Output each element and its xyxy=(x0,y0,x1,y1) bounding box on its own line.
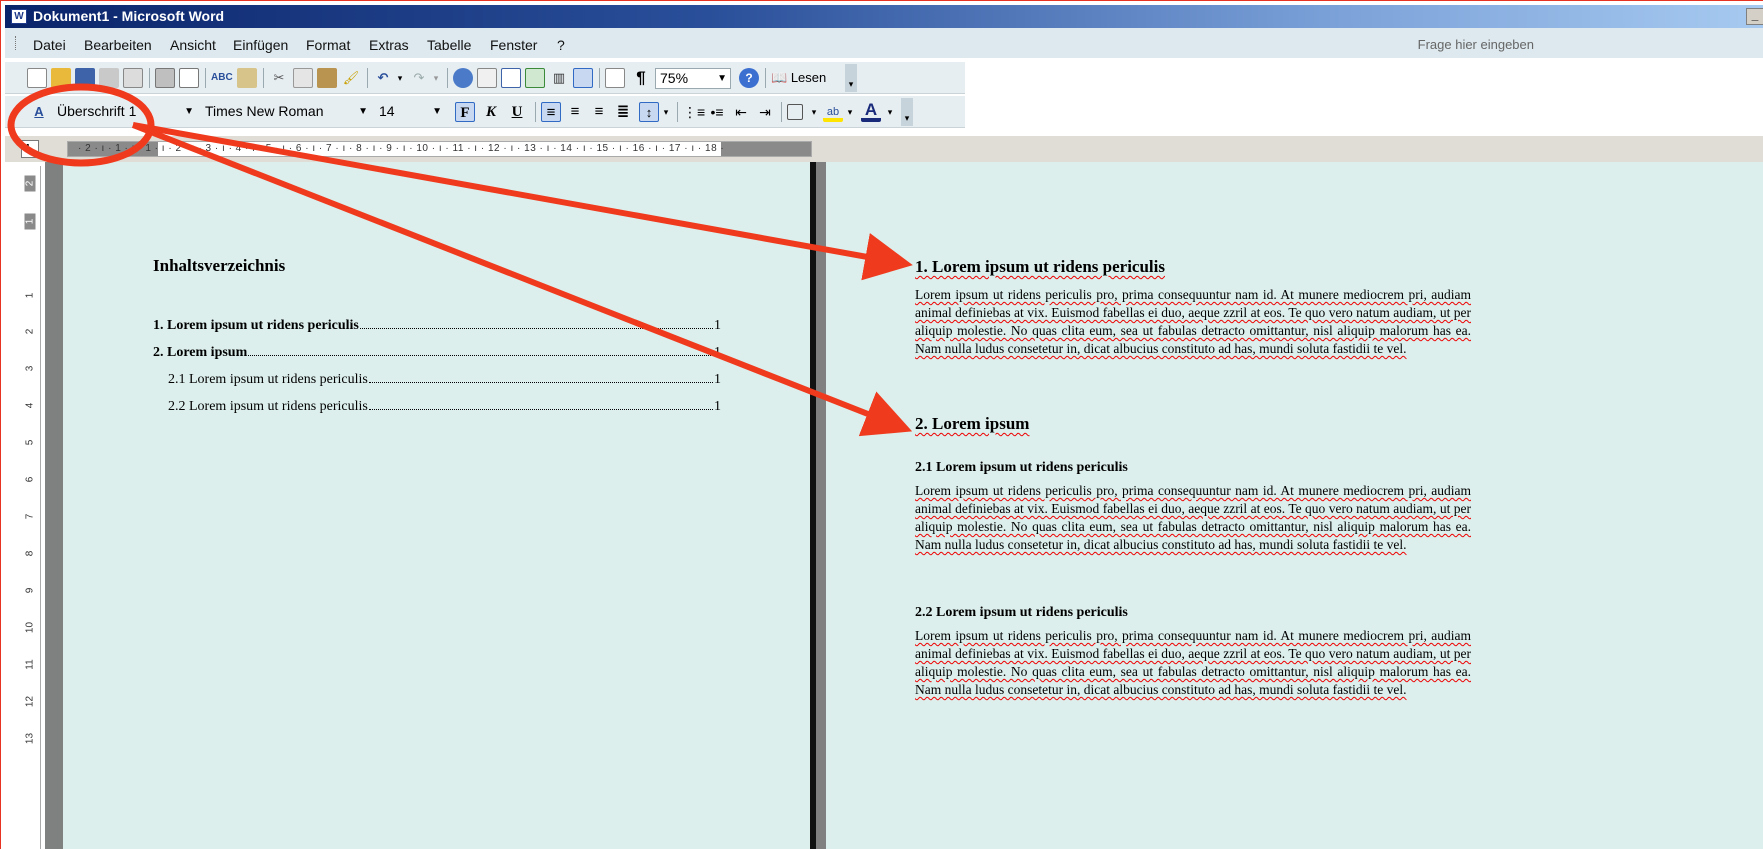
fmt-toolbar-options-icon[interactable]: ▾ xyxy=(901,98,913,126)
save-icon[interactable] xyxy=(75,68,95,88)
menu-tabelle[interactable]: Tabelle xyxy=(427,37,471,53)
vertical-ruler[interactable]: 2 1 1 2 3 4 5 6 7 8 9 10 11 12 13 xyxy=(19,166,41,849)
menu-bearbeiten[interactable]: Bearbeiten xyxy=(84,37,152,53)
highlight-icon[interactable]: ab xyxy=(823,102,843,122)
redo-icon[interactable]: ↷ xyxy=(409,68,429,88)
new-document-icon[interactable] xyxy=(27,68,47,88)
justify-icon[interactable]: ≣ xyxy=(613,102,633,122)
print-preview-icon[interactable] xyxy=(179,68,199,88)
style-select[interactable]: Überschrift 1 ▼ xyxy=(53,102,197,123)
line-spacing-dropdown-icon[interactable]: ▾ xyxy=(661,102,671,124)
font-color-dropdown-icon[interactable]: ▾ xyxy=(885,102,895,124)
help-icon[interactable]: ? xyxy=(739,68,759,88)
styles-formatting-icon[interactable]: A xyxy=(29,102,49,122)
read-icon: 📖 xyxy=(771,70,788,85)
menu-bar: Datei Bearbeiten Ansicht Einfügen Format… xyxy=(5,28,1763,58)
heading-1[interactable]: 1. Lorem ipsum ut ridens periculis xyxy=(915,257,1165,277)
menu-ansicht[interactable]: Ansicht xyxy=(170,37,216,53)
underline-button[interactable]: U xyxy=(507,102,527,122)
permission-icon[interactable] xyxy=(99,68,119,88)
insert-table-icon[interactable] xyxy=(501,68,521,88)
body-paragraph[interactable]: Lorem ipsum ut ridens periculis pro, pri… xyxy=(915,482,1471,554)
decrease-indent-icon[interactable]: ⇤ xyxy=(731,102,751,122)
align-right-icon[interactable]: ≡ xyxy=(589,102,609,122)
undo-icon[interactable]: ↶ xyxy=(373,68,393,88)
toc-entry[interactable]: 2.1 Lorem ipsum ut ridens periculis 1 xyxy=(168,372,721,390)
body-paragraph[interactable]: Lorem ipsum ut ridens periculis pro, pri… xyxy=(915,286,1471,358)
subheading-2-1[interactable]: 2.1 Lorem ipsum ut ridens periculis xyxy=(915,460,1128,476)
borders-dropdown-icon[interactable]: ▾ xyxy=(809,102,819,124)
tables-borders-icon[interactable] xyxy=(477,68,497,88)
toc-entry[interactable]: 1. Lorem ipsum ut ridens periculis 1 xyxy=(153,318,721,336)
bold-button[interactable]: F xyxy=(455,102,475,122)
columns-icon[interactable]: ▥ xyxy=(549,68,569,88)
read-button[interactable]: 📖 Lesen xyxy=(771,68,841,90)
document-map-icon[interactable] xyxy=(605,68,625,88)
open-icon[interactable] xyxy=(51,68,71,88)
page-gap xyxy=(816,162,826,849)
zoom-select[interactable]: 75% ▼ xyxy=(655,68,731,89)
toc-title[interactable]: Inhaltsverzeichnis xyxy=(153,256,285,276)
paste-icon[interactable] xyxy=(317,68,337,88)
menubar-grip[interactable] xyxy=(15,36,18,50)
toc-entry[interactable]: 2. Lorem ipsum 1 xyxy=(153,345,721,363)
spelling-icon[interactable]: ABC xyxy=(211,68,233,88)
word-app-icon[interactable]: W xyxy=(11,9,27,24)
email-icon[interactable] xyxy=(123,68,143,88)
highlight-dropdown-icon[interactable]: ▾ xyxy=(845,102,855,124)
align-left-icon[interactable]: ≡ xyxy=(541,102,561,122)
horizontal-ruler[interactable]: · 2 · ı · 1 · ı · 1 · ı · 2 · ı · 3 · ı … xyxy=(67,141,812,157)
toolbar-options-icon[interactable]: ▾ xyxy=(845,64,857,92)
formatting-toolbar: A Überschrift 1 ▼ Times New Roman ▼ 14 ▼ F … xyxy=(5,96,965,128)
undo-dropdown-icon[interactable]: ▾ xyxy=(395,68,405,90)
toc-entry[interactable]: 2.2 Lorem ipsum ut ridens periculis 1 xyxy=(168,399,721,417)
bullets-icon[interactable]: •≡ xyxy=(707,102,727,122)
help-search-box[interactable]: Frage hier eingeben xyxy=(1418,37,1534,52)
body-paragraph[interactable]: Lorem ipsum ut ridens periculis pro, pri… xyxy=(915,627,1471,699)
subheading-2-2[interactable]: 2.2 Lorem ipsum ut ridens periculis xyxy=(915,605,1128,621)
copy-icon[interactable] xyxy=(293,68,313,88)
document-area[interactable] xyxy=(45,162,1763,849)
research-icon[interactable] xyxy=(237,68,257,88)
font-select[interactable]: Times New Roman ▼ xyxy=(201,102,371,123)
line-spacing-icon[interactable]: ↕ xyxy=(639,102,659,122)
menu-format[interactable]: Format xyxy=(306,37,350,53)
ruler-row: L · 2 · ı · 1 · ı · 1 · ı · 2 · ı · 3 · … xyxy=(5,136,1763,162)
tab-selector[interactable]: L xyxy=(21,140,39,158)
ruler-marks: · 2 · ı · 1 · ı · 1 · ı · 2 · ı · 3 · ı … xyxy=(78,143,725,154)
menu-fenster[interactable]: Fenster xyxy=(490,37,537,53)
font-size-select[interactable]: 14 ▼ xyxy=(375,102,445,123)
italic-button[interactable]: K xyxy=(481,102,501,122)
title-bar: W Dokument1 - Microsoft Word _ xyxy=(5,5,1763,28)
cut-icon[interactable]: ✂ xyxy=(269,68,289,88)
left-margin xyxy=(45,162,63,849)
align-center-icon[interactable]: ≡ xyxy=(565,102,585,122)
menu-help[interactable]: ? xyxy=(557,37,565,53)
format-painter-icon[interactable]: 🖌 xyxy=(341,68,361,88)
hyperlink-icon[interactable] xyxy=(453,68,473,88)
print-icon[interactable] xyxy=(155,68,175,88)
show-formatting-icon[interactable]: ¶ xyxy=(631,68,651,88)
heading-2[interactable]: 2. Lorem ipsum xyxy=(915,414,1029,434)
menu-extras[interactable]: Extras xyxy=(369,37,409,53)
insert-excel-icon[interactable] xyxy=(525,68,545,88)
window-title: Dokument1 - Microsoft Word xyxy=(33,8,225,24)
menu-einfuegen[interactable]: Einfügen xyxy=(233,37,288,53)
minimize-button[interactable]: _ xyxy=(1746,8,1763,25)
redo-dropdown-icon[interactable]: ▾ xyxy=(431,68,441,90)
word-window: W Dokument1 - Microsoft Word _ Datei Bea… xyxy=(0,0,1763,849)
drawing-icon[interactable] xyxy=(573,68,593,88)
menu-datei[interactable]: Datei xyxy=(33,37,66,53)
numbering-icon[interactable]: ⋮≡ xyxy=(683,102,705,122)
standard-toolbar: ABC ✂ 🖌 ↶ ▾ ↷ ▾ ▥ ¶ 75% ▼ ? 📖 Lesen ▾ xyxy=(5,62,965,94)
increase-indent-icon[interactable]: ⇥ xyxy=(755,102,775,122)
font-color-icon[interactable]: A xyxy=(861,101,881,122)
borders-icon[interactable] xyxy=(787,104,803,120)
